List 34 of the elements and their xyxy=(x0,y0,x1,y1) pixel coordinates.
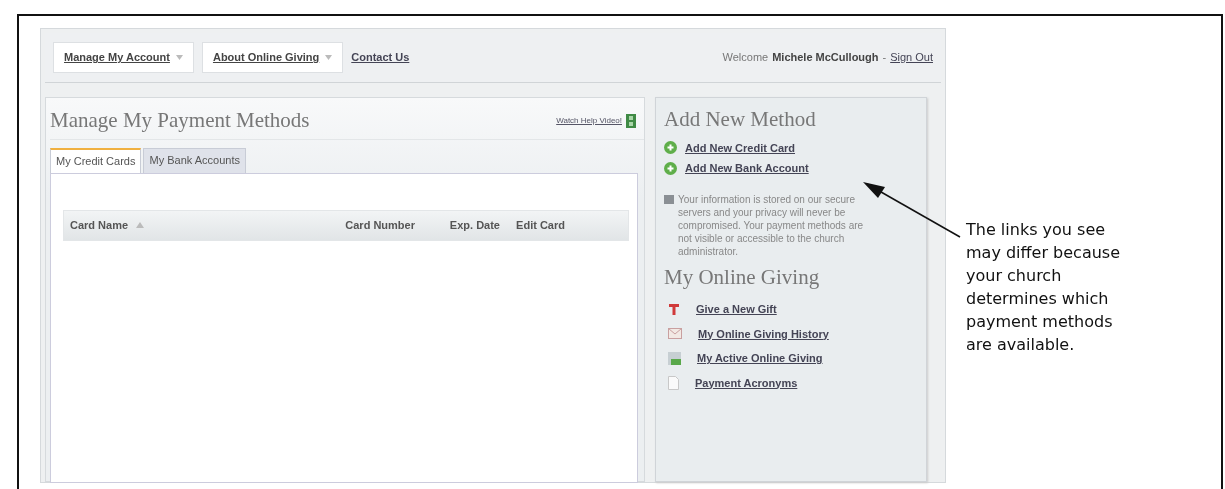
giving-link[interactable]: Payment Acronyms xyxy=(695,374,798,391)
column-header[interactable]: Edit Card xyxy=(500,216,565,234)
add-icon xyxy=(664,161,677,175)
section-title: My Online Giving xyxy=(664,263,821,291)
caret-icon xyxy=(325,55,333,60)
help-video-link[interactable]: Watch Help Video! xyxy=(556,114,622,127)
add-method-link[interactable]: Add New Credit Card xyxy=(685,139,795,156)
privacy-note: Your information is stored on our secure servers and your privacy will never be compromised. Your payment methods are not visible or accessible to the church administrator. xyxy=(678,192,865,258)
column-header[interactable]: Card Number xyxy=(320,216,415,234)
giving-link[interactable]: Give a New Gift xyxy=(696,301,777,318)
user-name: Michele McCullough xyxy=(772,50,879,66)
giving-link[interactable]: My Online Giving History xyxy=(698,325,829,342)
film-icon xyxy=(626,113,636,128)
add-method-link[interactable]: Add New Bank Account xyxy=(685,160,809,177)
separator: - xyxy=(882,50,887,66)
column-header[interactable]: Card Name xyxy=(70,216,320,234)
nav-link[interactable]: Contact Us xyxy=(351,49,410,66)
welcome-label: Welcome xyxy=(722,50,769,66)
document-icon xyxy=(668,375,679,390)
tab[interactable]: My Credit Cards xyxy=(50,148,142,173)
calendar-icon xyxy=(668,351,681,365)
gift-icon xyxy=(668,303,680,316)
dropdown-menu-button[interactable]: About Online Giving xyxy=(201,42,344,73)
sign-out-link[interactable]: Sign Out xyxy=(890,49,933,66)
caret-icon xyxy=(175,55,183,60)
giving-link[interactable]: My Active Online Giving xyxy=(697,350,823,367)
section-title: Add New Method xyxy=(664,106,817,133)
column-header[interactable]: Exp. Date xyxy=(415,216,500,234)
tab[interactable]: My Bank Accounts xyxy=(143,148,246,173)
annotation-text: The links you see may differ because your church determines which payment methods are available. xyxy=(966,219,1121,356)
panel-title: Manage My Payment Methods xyxy=(50,106,310,134)
dropdown-menu-button[interactable]: Manage My Account xyxy=(53,42,194,73)
envelope-icon xyxy=(668,328,682,340)
add-icon xyxy=(664,141,677,155)
